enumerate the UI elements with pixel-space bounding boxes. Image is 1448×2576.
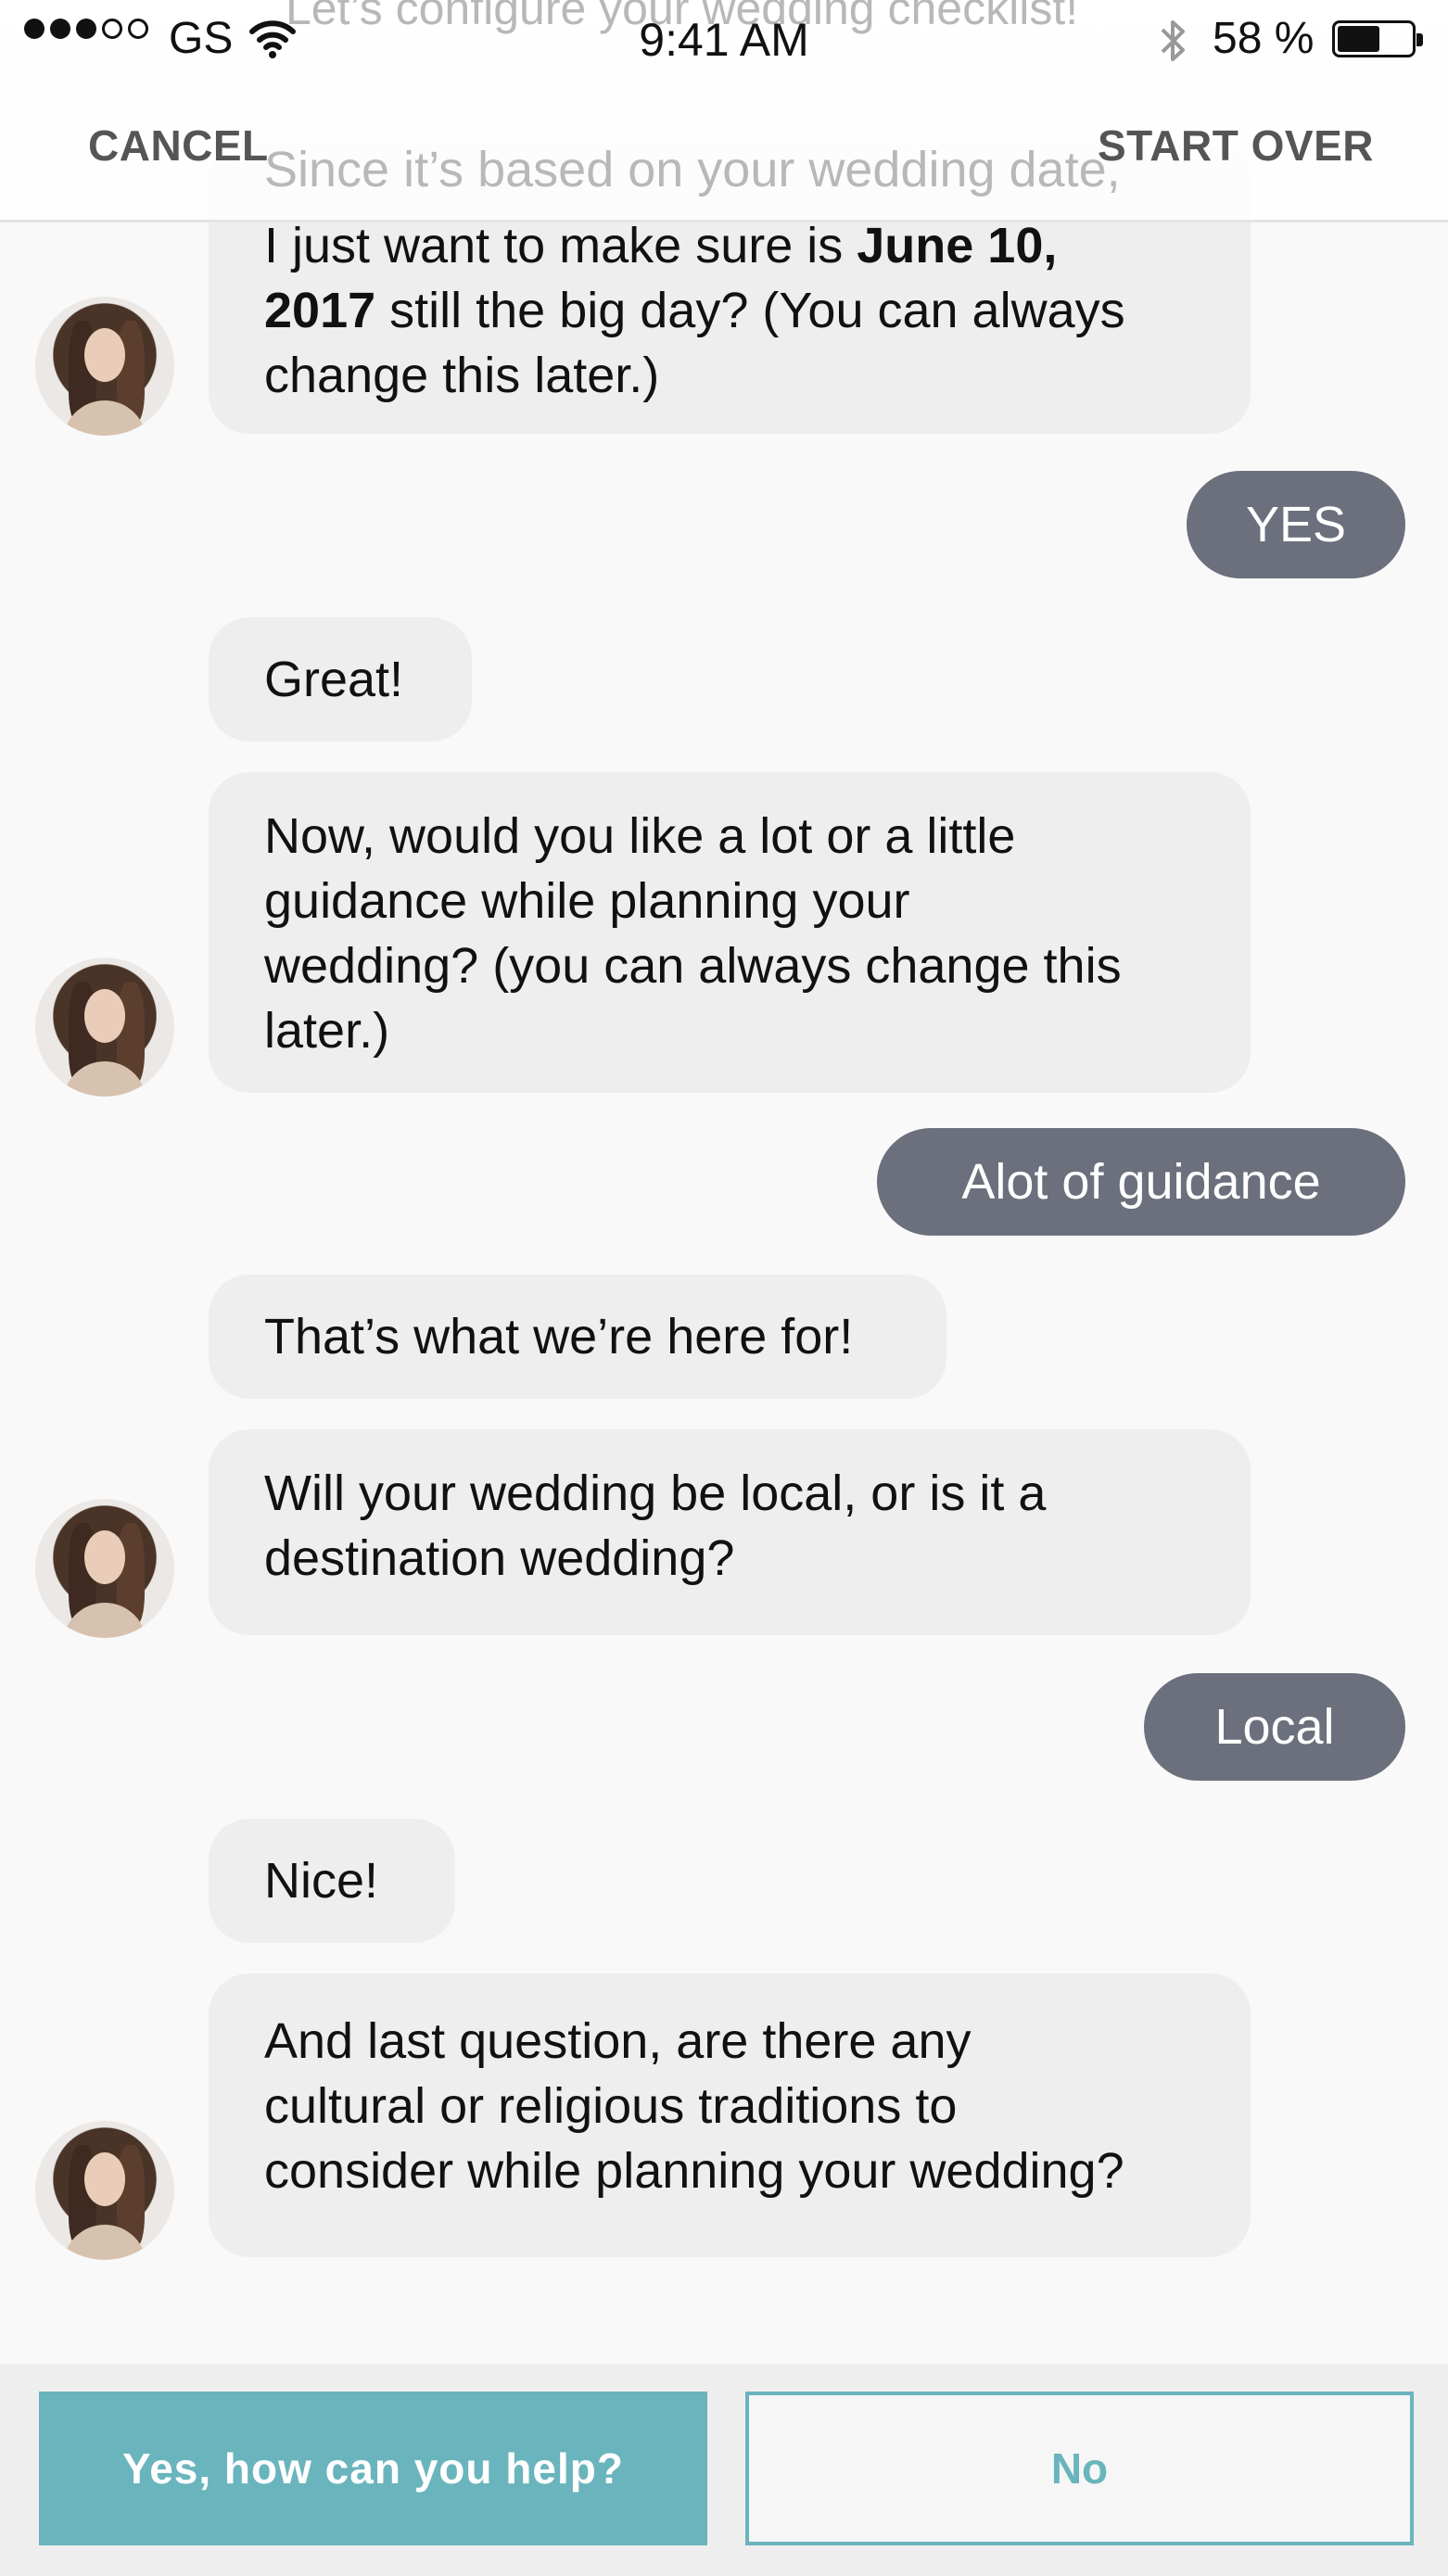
assistant-avatar bbox=[35, 297, 174, 436]
message-line: guidance while planning your bbox=[264, 873, 910, 929]
battery-percent: 58 % bbox=[1213, 14, 1315, 63]
bot-message: Now, would you like a lot or a little gu… bbox=[209, 772, 1251, 1093]
message-line: later.) bbox=[264, 1003, 390, 1059]
message-line: wedding? (you can always change this bbox=[264, 938, 1122, 994]
yes-help-button[interactable]: Yes, how can you help? bbox=[39, 2392, 707, 2545]
bot-message: Nice! bbox=[209, 1819, 455, 1943]
message-line: cultural or religious traditions to bbox=[264, 2078, 958, 2134]
bluetooth-icon bbox=[1157, 15, 1188, 71]
battery-icon bbox=[1332, 20, 1423, 57]
message-line: Will your wedding be local, or is it a bbox=[264, 1466, 1047, 1521]
assistant-avatar bbox=[35, 958, 174, 1097]
chat-thread[interactable]: I just want to make sure is June 10, 201… bbox=[0, 0, 1448, 2364]
message-line: 2017 still the big day? (You can always bbox=[264, 283, 1125, 338]
cancel-button[interactable]: CANCEL bbox=[88, 121, 269, 171]
bot-message: Great! bbox=[209, 617, 472, 742]
message-line: That’s what we’re here for! bbox=[264, 1309, 854, 1364]
message-line: Now, would you like a lot or a little bbox=[264, 808, 1016, 864]
message-line: change this later.) bbox=[264, 348, 660, 403]
status-bar: GS 9:41 AM 58 % bbox=[0, 0, 1448, 93]
bot-message: And last question, are there any cultura… bbox=[209, 1973, 1251, 2257]
bot-message: Will your wedding be local, or is it a d… bbox=[209, 1429, 1251, 1635]
message-line: Great! bbox=[264, 652, 404, 707]
message-line: And last question, are there any bbox=[264, 2013, 972, 2069]
no-button[interactable]: No bbox=[745, 2392, 1414, 2545]
message-line: I just want to make sure is June 10, bbox=[264, 218, 1058, 273]
message-line: destination wedding? bbox=[264, 1530, 735, 1586]
start-over-button[interactable]: START OVER bbox=[1098, 121, 1374, 171]
user-reply-bubble: YES bbox=[1187, 471, 1405, 578]
user-reply-bubble: Local bbox=[1144, 1673, 1405, 1781]
assistant-avatar bbox=[35, 1499, 174, 1638]
message-line: Nice! bbox=[264, 1853, 379, 1909]
quick-reply-bar: Yes, how can you help? No bbox=[0, 2364, 1448, 2576]
assistant-avatar bbox=[35, 2121, 174, 2260]
navigation-bar: CANCEL START OVER bbox=[0, 93, 1448, 222]
user-reply-bubble: Alot of guidance bbox=[877, 1128, 1405, 1236]
message-line: consider while planning your wedding? bbox=[264, 2143, 1124, 2199]
bot-message: That’s what we’re here for! bbox=[209, 1275, 946, 1399]
